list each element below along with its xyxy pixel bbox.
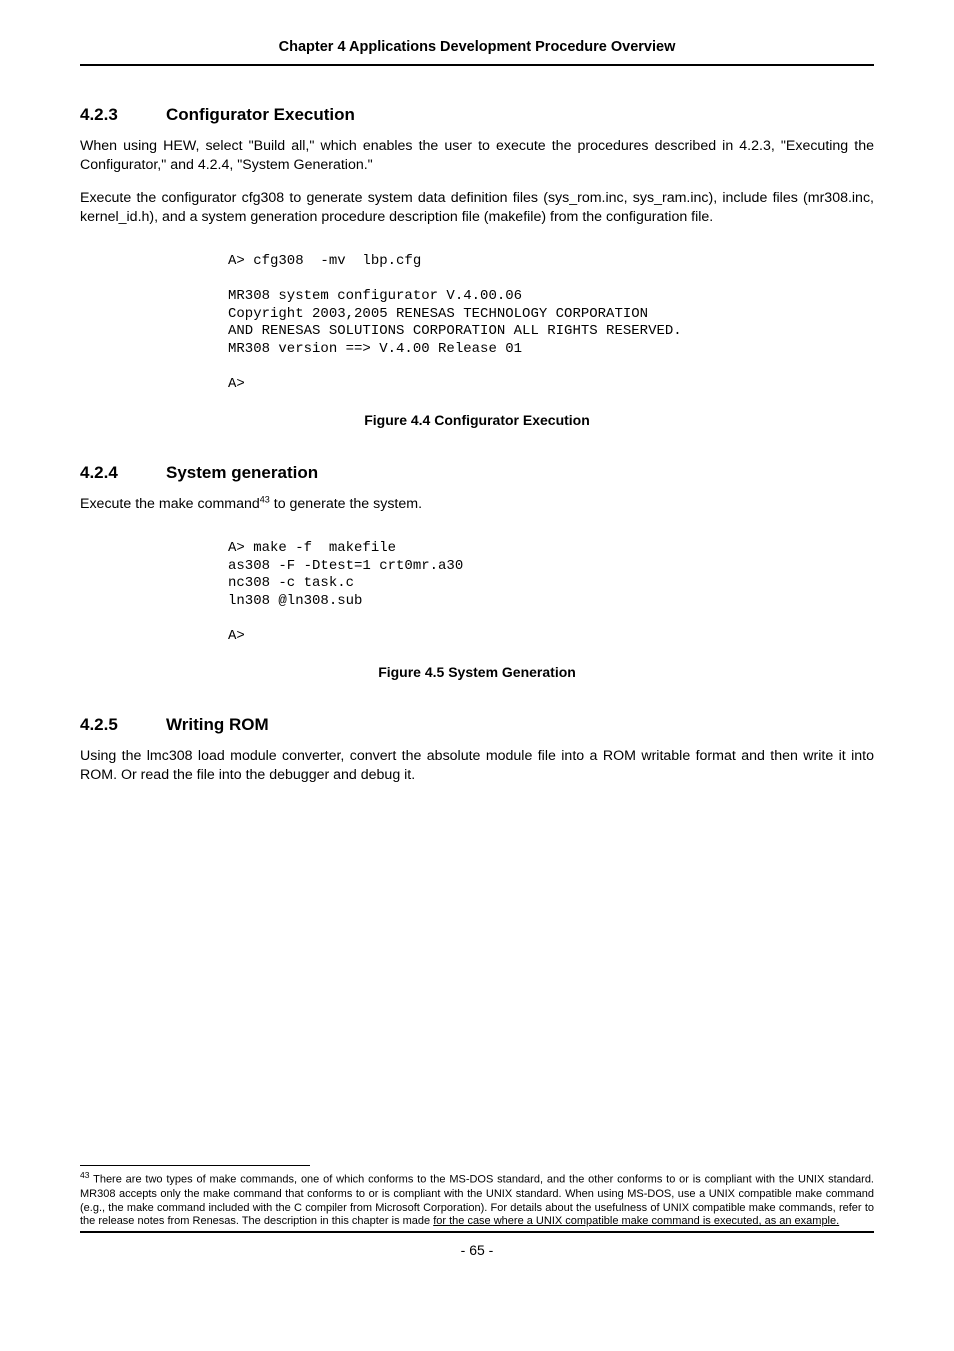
footnote-separator — [80, 1165, 310, 1166]
para-424-post: to generate the system. — [270, 496, 422, 512]
page-header-title: Chapter 4 Applications Development Proce… — [80, 38, 874, 66]
figure-caption-44: Figure 4.4 Configurator Execution — [80, 411, 874, 430]
page-number: - 65 - — [461, 1242, 494, 1258]
page-footer: - 65 - — [80, 1231, 874, 1260]
section-heading-424: 4.2.4 System generation — [80, 462, 874, 485]
section-title-425: Writing ROM — [166, 714, 269, 737]
figure-caption-45: Figure 4.5 System Generation — [80, 663, 874, 682]
section-number-424: 4.2.4 — [80, 462, 166, 485]
para-423-1: When using HEW, select "Build all," whic… — [80, 137, 874, 175]
para-424-pre: Execute the make command — [80, 496, 260, 512]
code-block-423: A> cfg308 -mv lbp.cfg MR308 system confi… — [228, 253, 874, 393]
code-block-424: A> make -f makefile as308 -F -Dtest=1 cr… — [228, 540, 874, 645]
section-number-423: 4.2.3 — [80, 104, 166, 127]
section-heading-423: 4.2.3 Configurator Execution — [80, 104, 874, 127]
section-number-425: 4.2.5 — [80, 714, 166, 737]
footnote-43: 43 There are two types of make commands,… — [80, 1170, 874, 1229]
section-title-423: Configurator Execution — [166, 104, 355, 127]
section-title-424: System generation — [166, 462, 318, 485]
footnote-text-underline: for the case where a UNIX compatible mak… — [433, 1215, 839, 1227]
para-425-1: Using the lmc308 load module converter, … — [80, 747, 874, 785]
para-424-1: Execute the make command43 to generate t… — [80, 495, 874, 514]
section-heading-425: 4.2.5 Writing ROM — [80, 714, 874, 737]
para-423-2: Execute the configurator cfg308 to gener… — [80, 189, 874, 227]
footnote-ref-link-43[interactable]: 43 — [260, 494, 270, 504]
